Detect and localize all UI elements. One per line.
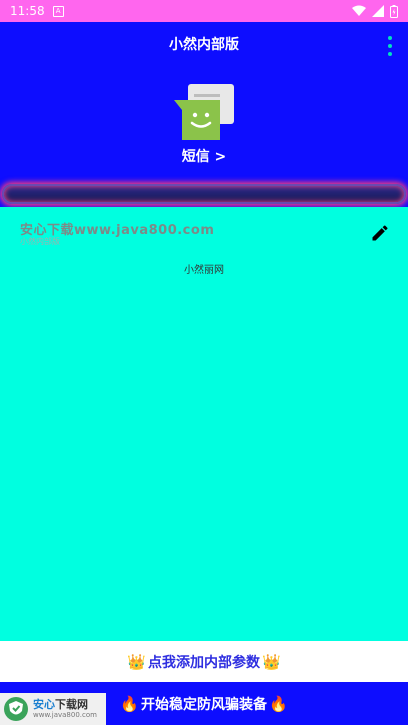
badge-title-a: 安心	[33, 698, 55, 711]
page-title: 小然内部版	[169, 37, 239, 53]
badge-title: 安心下载网	[33, 699, 97, 710]
status-time: 11:58	[10, 4, 45, 18]
shield-logo-icon	[4, 697, 28, 721]
overflow-menu-icon[interactable]	[386, 36, 394, 56]
battery-icon	[390, 4, 398, 18]
wifi-icon	[352, 5, 366, 16]
sms-link[interactable]: 短信 >	[0, 146, 408, 166]
add-params-button[interactable]: 👑 点我添加内部参数 👑	[0, 641, 408, 682]
fire-icon: 🔥	[269, 694, 288, 713]
badge-title-b: 下载网	[55, 698, 88, 711]
main-content: 安心下载www.java800.com 小然内部版 小然丽网	[0, 207, 408, 641]
site-label: 小然丽网	[184, 265, 224, 276]
signal-icon	[372, 5, 384, 17]
download-site-badge: 安心下载网 www.java800.com	[0, 693, 106, 725]
add-params-label: 点我添加内部参数	[148, 654, 260, 671]
app-header: 小然内部版 短信 >	[0, 22, 408, 207]
status-bar: 11:58 A	[0, 0, 408, 22]
badge-url: www.java800.com	[33, 711, 97, 719]
sms-app-icon[interactable]	[172, 82, 236, 142]
watermark-subtext: 小然内部版	[20, 237, 60, 246]
progress-glow-bar	[2, 184, 406, 204]
fire-icon: 🔥	[120, 694, 139, 713]
crown-icon: 👑	[127, 652, 146, 671]
crown-icon: 👑	[262, 652, 281, 671]
edit-icon[interactable]	[370, 223, 390, 243]
notification-icon: A	[52, 5, 64, 17]
start-label: 开始稳定防风骗装备	[141, 696, 267, 713]
